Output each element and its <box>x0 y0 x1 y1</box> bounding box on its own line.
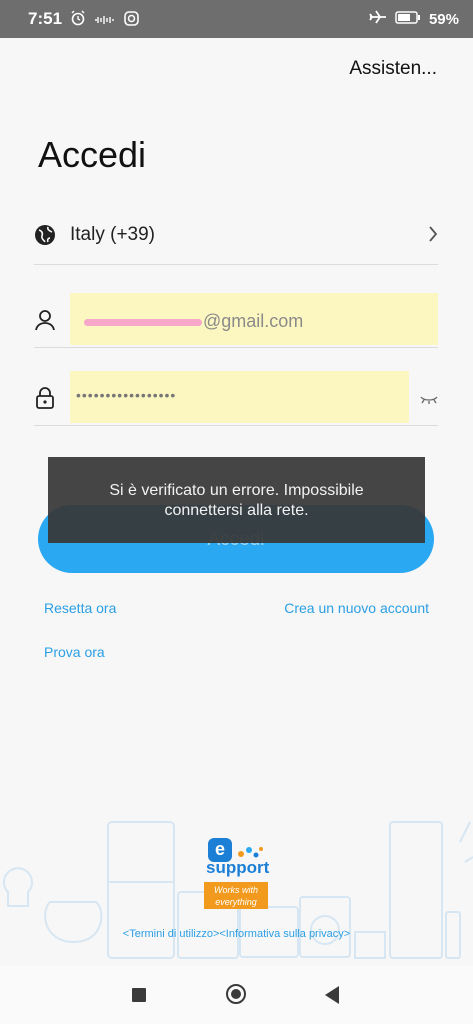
alarm-icon <box>70 10 86 31</box>
password-value: ••••••••••••••••• <box>76 387 177 403</box>
airplane-icon <box>369 10 387 28</box>
home-button[interactable] <box>226 984 246 1004</box>
email-row: @gmail.com <box>34 290 438 348</box>
email-field[interactable]: @gmail.com <box>70 293 438 345</box>
lock-icon <box>34 387 56 414</box>
recent-apps-button[interactable] <box>132 988 146 1002</box>
logo-tagline: Works with everything <box>204 882 268 909</box>
reset-password-link[interactable]: Resetta ora <box>44 600 116 616</box>
sound-wave-icon <box>94 12 116 30</box>
password-row: ••••••••••••••••• <box>34 370 438 426</box>
globe-icon <box>34 224 56 251</box>
battery-percent: 59% <box>428 10 459 28</box>
create-account-link[interactable]: Crea un nuovo account <box>284 600 429 616</box>
page-title: Accedi <box>38 134 147 175</box>
status-time: 7:51 <box>28 9 63 28</box>
system-navigation-bar <box>0 966 473 1024</box>
logo-brand-text: support <box>206 858 270 877</box>
password-field[interactable]: ••••••••••••••••• <box>70 371 409 423</box>
country-selector[interactable]: Italy (+39) <box>34 206 438 265</box>
assistance-link[interactable]: Assisten... <box>349 58 437 80</box>
legal-links[interactable]: <Termini di utilizzo><Informativa sulla … <box>0 928 473 940</box>
email-domain-text: @gmail.com <box>203 311 304 331</box>
chevron-right-icon <box>428 225 438 248</box>
redacted-email-mask <box>84 319 202 326</box>
eye-closed-icon[interactable] <box>420 392 438 410</box>
try-now-link[interactable]: Prova ora <box>44 644 105 660</box>
error-toast: Si è verificato un errore. Impossibile c… <box>48 457 425 543</box>
user-icon <box>34 309 56 336</box>
country-label: Italy (+39) <box>70 224 156 245</box>
status-bar: 7:51 59% <box>0 0 473 38</box>
status-icons-left <box>70 10 139 31</box>
back-button[interactable] <box>325 986 339 1004</box>
battery-icon <box>395 10 421 28</box>
instagram-icon <box>124 10 139 31</box>
status-icons-right: 59% <box>369 10 459 28</box>
